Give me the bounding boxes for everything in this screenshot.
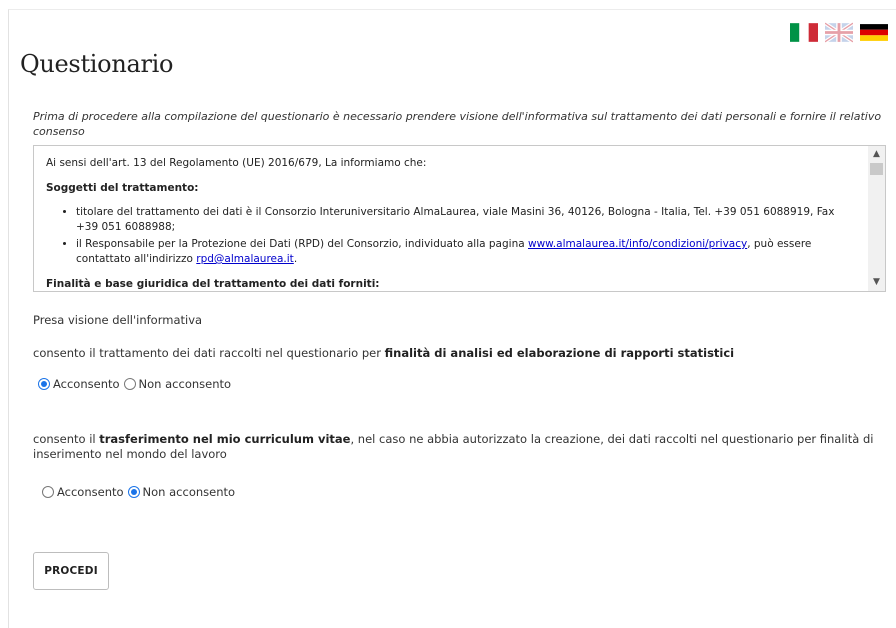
radio-checked-icon[interactable]	[127, 486, 140, 498]
intro-text: Prima di procedere alla compilazione del…	[33, 110, 882, 138]
consent2-text: consento il	[33, 432, 100, 446]
radio-unchecked-icon[interactable]	[123, 378, 136, 390]
privacy-notice-box[interactable]: Ai sensi dell'art. 13 del Regolamento (U…	[33, 145, 886, 292]
consent1-bold: finalità di analisi ed elaborazione di r…	[384, 346, 735, 360]
consent2-acconsento-label: Acconsento	[57, 485, 124, 499]
notice-scrollbar[interactable]: ▲ ▼	[868, 146, 885, 291]
procedi-button[interactable]: PROCEDI	[33, 552, 109, 590]
rpd-text: il Responsabile per la Protezione dei Da…	[76, 238, 528, 250]
scroll-down-icon[interactable]: ▼	[868, 274, 885, 291]
consent1-radio-group: Acconsento Non acconsento	[38, 377, 235, 391]
consent1-text: consento il trattamento dei dati raccolt…	[33, 346, 385, 360]
scrollbar-thumb[interactable]	[870, 163, 883, 175]
rpd-email-link[interactable]: rpd@almalaurea.it	[196, 253, 294, 265]
consent1-acconsento-radio[interactable]: Acconsento	[38, 377, 120, 391]
consent1-non-acconsento-label: Non acconsento	[138, 377, 232, 391]
italy-flag-icon[interactable]	[790, 22, 818, 43]
consent2-bold: trasferimento nel mio curriculum vitae	[99, 432, 351, 446]
language-selector	[790, 22, 888, 43]
notice-lead: Ai sensi dell'art. 13 del Regolamento (U…	[46, 157, 427, 169]
notice-bullet-titolare: titolare del trattamento dei dati è il C…	[76, 205, 856, 235]
privacy-page-link[interactable]: www.almalaurea.it/info/condizioni/privac…	[528, 238, 747, 250]
germany-flag-icon[interactable]	[860, 22, 888, 43]
consent2-non-acconsento-label: Non acconsento	[142, 485, 236, 499]
notice-list: titolare del trattamento dei dati è il C…	[46, 205, 856, 267]
radio-unchecked-icon[interactable]	[42, 486, 54, 498]
consent2-radio-group: Acconsento Non acconsento	[42, 485, 239, 499]
presa-visione-label: Presa visione dell'informativa	[33, 313, 203, 327]
notice-heading: Soggetti del trattamento:	[46, 182, 199, 194]
notice-next-heading: Finalità e base giuridica del trattament…	[46, 278, 380, 290]
consent1-acconsento-label: Acconsento	[53, 377, 120, 391]
page-title: Questionario	[20, 50, 174, 78]
consent2-acconsento-radio[interactable]: Acconsento	[42, 485, 124, 499]
radio-checked-icon[interactable]	[38, 378, 50, 390]
consent2-non-acconsento-radio[interactable]: Non acconsento	[127, 485, 236, 499]
scroll-up-icon[interactable]: ▲	[868, 146, 885, 163]
privacy-notice-content: Ai sensi dell'art. 13 del Regolamento (U…	[34, 146, 868, 291]
consent2-question: consento il trasferimento nel mio curric…	[33, 432, 888, 462]
notice-bullet-rpd: il Responsabile per la Protezione dei Da…	[76, 237, 856, 267]
consent1-question: consento il trattamento dei dati raccolt…	[33, 346, 883, 361]
uk-flag-icon[interactable]	[825, 22, 853, 43]
consent1-non-acconsento-radio[interactable]: Non acconsento	[123, 377, 232, 391]
rpd-text-end: .	[293, 253, 298, 265]
